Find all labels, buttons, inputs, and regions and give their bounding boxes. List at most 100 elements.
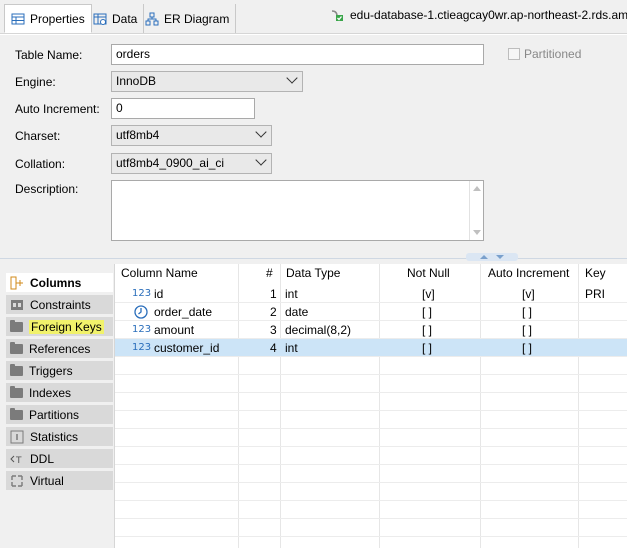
tab-er-diagram[interactable]: ER Diagram	[139, 4, 237, 33]
empty-row	[115, 429, 627, 447]
cell-not-null[interactable]: [ ]	[422, 341, 432, 355]
folder-icon	[10, 363, 23, 376]
header-not-null[interactable]: Not Null	[407, 266, 450, 280]
description-scrollbar[interactable]	[469, 181, 483, 240]
cell-data-type: int	[285, 341, 298, 355]
folder-icon	[10, 319, 23, 332]
partitioned-checkbox[interactable]	[508, 48, 520, 60]
nav-indexes[interactable]: Indexes	[6, 383, 113, 403]
nav-constraints[interactable]: Constraints	[6, 295, 113, 315]
nav-statistics-label: Statistics	[30, 429, 79, 444]
table-sections-nav: Columns Constraints Foreign Keys Referen…	[0, 264, 114, 548]
expand-down-icon[interactable]	[496, 255, 504, 259]
table-row[interactable]: 123 amount 3 decimal(8,2) [ ] [ ]	[115, 321, 627, 339]
cell-auto-increment[interactable]: [ ]	[522, 305, 532, 319]
engine-value: InnoDB	[116, 74, 157, 88]
nav-statistics[interactable]: Statistics	[6, 427, 113, 447]
chevron-down-icon	[255, 154, 267, 166]
nav-references[interactable]: References	[6, 339, 113, 359]
numeric-key-icon: 123	[132, 288, 152, 299]
collation-label: Collation:	[15, 157, 66, 171]
cell-data-type: decimal(8,2)	[285, 323, 352, 337]
auto-increment-input[interactable]: 0	[111, 98, 255, 119]
virtual-icon	[10, 474, 24, 488]
description-textarea[interactable]	[111, 180, 484, 241]
cell-auto-increment[interactable]: [ ]	[522, 323, 532, 337]
chevron-down-icon	[286, 72, 298, 84]
cell-auto-increment[interactable]: [ ]	[522, 341, 532, 355]
editor-tab-bar: Properties Data ER Diagram edu-database-…	[0, 0, 627, 34]
tab-er-diagram-label: ER Diagram	[164, 11, 230, 26]
tab-properties-label: Properties	[30, 11, 85, 26]
table-name-input[interactable]: orders	[111, 44, 484, 65]
empty-row	[115, 501, 627, 519]
splitter-grip[interactable]	[466, 253, 518, 261]
nav-virtual[interactable]: Virtual	[6, 471, 113, 491]
nav-foreign-keys[interactable]: Foreign Keys	[6, 317, 113, 337]
nav-constraints-label: Constraints	[30, 297, 91, 312]
cell-not-null[interactable]: [v]	[422, 287, 435, 301]
constraints-icon	[10, 298, 24, 312]
table-row[interactable]: 123 customer_id 4 int [ ] [ ]	[115, 339, 627, 357]
nav-references-label: References	[29, 341, 91, 356]
header-data-type[interactable]: Data Type	[286, 266, 340, 280]
table-row[interactable]: 123 id 1 int [v] [v] PRI	[115, 285, 627, 303]
description-label: Description:	[15, 182, 79, 196]
tab-data-label: Data	[112, 11, 138, 26]
empty-row	[115, 411, 627, 429]
table-name-label: Table Name:	[15, 48, 83, 62]
folder-icon	[10, 341, 23, 354]
tab-properties[interactable]: Properties	[4, 4, 92, 33]
clock-icon	[134, 305, 148, 322]
empty-row	[115, 447, 627, 465]
header-key[interactable]: Key	[585, 266, 606, 280]
scroll-down-icon[interactable]	[473, 230, 481, 235]
nav-columns-label: Columns	[30, 275, 82, 290]
connection-indicator[interactable]: edu-database-1.ctieagcay0wr.ap-northeast…	[330, 8, 627, 22]
connection-icon	[330, 8, 344, 22]
empty-row	[115, 393, 627, 411]
cell-column-name: amount	[154, 323, 195, 337]
header-auto-increment[interactable]: Auto Increment	[488, 266, 569, 280]
nav-partitions[interactable]: Partitions	[6, 405, 113, 425]
cell-key: PRI	[585, 287, 606, 301]
columns-table[interactable]: Column Name # Data Type Not Null Auto In…	[114, 264, 627, 548]
connection-label: edu-database-1.ctieagcay0wr.ap-northeast…	[350, 8, 627, 22]
empty-row	[115, 357, 627, 375]
cell-ordinal: 3	[270, 323, 277, 337]
engine-select[interactable]: InnoDB	[111, 71, 303, 92]
nav-triggers[interactable]: Triggers	[6, 361, 113, 381]
table-row[interactable]: order_date 2 date [ ] [ ]	[115, 303, 627, 321]
empty-row	[115, 375, 627, 393]
ddl-icon: T	[10, 452, 24, 466]
cell-auto-increment[interactable]: [v]	[522, 287, 535, 301]
er-diagram-icon	[145, 12, 159, 26]
tab-data[interactable]: Data	[87, 4, 145, 33]
nav-partitions-label: Partitions	[29, 407, 80, 422]
charset-label: Charset:	[15, 129, 61, 143]
nav-foreign-keys-label: Foreign Keys	[29, 319, 104, 334]
header-ordinal[interactable]: #	[266, 266, 273, 280]
cell-column-name: order_date	[154, 305, 213, 319]
cell-not-null[interactable]: [ ]	[422, 305, 432, 319]
empty-row	[115, 483, 627, 501]
data-grid-icon	[93, 12, 107, 26]
folder-icon	[10, 385, 23, 398]
header-column-name[interactable]: Column Name	[121, 266, 198, 280]
nav-ddl[interactable]: T DDL	[6, 449, 113, 469]
properties-table-icon	[11, 12, 25, 26]
cell-data-type: date	[285, 305, 309, 319]
engine-label: Engine:	[15, 75, 56, 89]
collapse-up-icon[interactable]	[480, 255, 488, 259]
svg-text:T: T	[15, 456, 22, 466]
cell-not-null[interactable]: [ ]	[422, 323, 432, 337]
nav-triggers-label: Triggers	[29, 363, 73, 378]
table-properties-form: Table Name: orders Partitioned Engine: I…	[0, 35, 627, 260]
nav-columns[interactable]: Columns	[6, 273, 113, 293]
collation-select[interactable]: utf8mb4_0900_ai_ci	[111, 153, 272, 174]
charset-select[interactable]: utf8mb4	[111, 125, 272, 146]
nav-indexes-label: Indexes	[29, 385, 72, 400]
folder-icon	[10, 407, 23, 420]
scroll-up-icon[interactable]	[473, 186, 481, 191]
numeric-icon: 123	[132, 324, 152, 335]
